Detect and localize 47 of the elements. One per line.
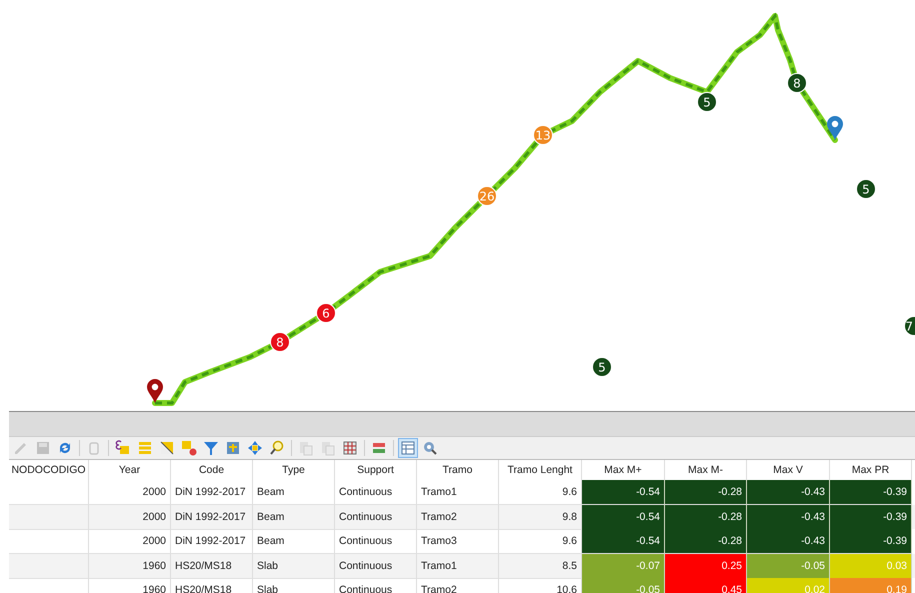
table-cell: -0.54 xyxy=(582,504,665,530)
cluster-marker[interactable]: 7 xyxy=(904,316,915,336)
table-cell: -0.43 xyxy=(747,504,830,530)
table-cell: DiN 1992-2017 xyxy=(171,504,253,530)
table-cell: Continuous xyxy=(335,554,417,578)
cluster-marker[interactable]: 8 xyxy=(787,73,807,93)
table-cell: -0.28 xyxy=(665,529,747,554)
table-cell: -0.39 xyxy=(830,504,912,530)
table-cell: -0.28 xyxy=(665,480,747,505)
cluster-marker[interactable]: 5 xyxy=(856,179,876,199)
map-pin-icon[interactable] xyxy=(147,379,163,403)
deselect-icon[interactable] xyxy=(179,438,199,458)
table-cell: HS20/MS18 xyxy=(171,578,253,593)
table-cell: -0.43 xyxy=(747,529,830,554)
table-cell: -0.43 xyxy=(747,480,830,505)
table-cell: 1960 xyxy=(89,578,171,593)
cluster-marker[interactable]: 8 xyxy=(270,332,290,352)
table-cell: -0.05 xyxy=(582,578,665,593)
table-cell: 1960 xyxy=(89,554,171,578)
table-cell: 0.03 xyxy=(830,554,912,578)
table-cell: 0.02 xyxy=(747,578,830,593)
table-cell: -0.28 xyxy=(665,504,747,530)
table-cell: Continuous xyxy=(335,578,417,593)
table-cell: Slab xyxy=(253,578,335,593)
table-cell: 2000 xyxy=(89,504,171,530)
table-cell: Continuous xyxy=(335,504,417,530)
table-cell: Tramo1 xyxy=(417,554,499,578)
map-pin-icon[interactable] xyxy=(827,116,843,140)
table-cell: -0.54 xyxy=(582,480,665,505)
table-cell: Slab xyxy=(253,554,335,578)
table-cell: Beam xyxy=(253,504,335,530)
table-cell: 0.25 xyxy=(665,554,747,578)
table-cell: Tramo2 xyxy=(417,578,499,593)
table-cell: -0.05 xyxy=(747,554,830,578)
column-header[interactable]: NODOCODIGO xyxy=(9,460,89,480)
cluster-marker[interactable]: 5 xyxy=(697,92,717,112)
table-cell: -0.07 xyxy=(582,554,665,578)
cluster-marker[interactable]: 5 xyxy=(592,357,612,377)
table-cell: 0.19 xyxy=(830,578,912,593)
table-cell: 0.45 xyxy=(665,578,747,593)
table-cell: HS20/MS18 xyxy=(171,554,253,578)
table-view-icon[interactable] xyxy=(398,438,418,458)
table-cell: -0.54 xyxy=(582,529,665,554)
table-cell: Tramo2 xyxy=(417,504,499,530)
table-cell: -0.39 xyxy=(830,480,912,505)
cluster-marker[interactable]: 6 xyxy=(316,303,336,323)
table-cell: -0.39 xyxy=(830,529,912,554)
